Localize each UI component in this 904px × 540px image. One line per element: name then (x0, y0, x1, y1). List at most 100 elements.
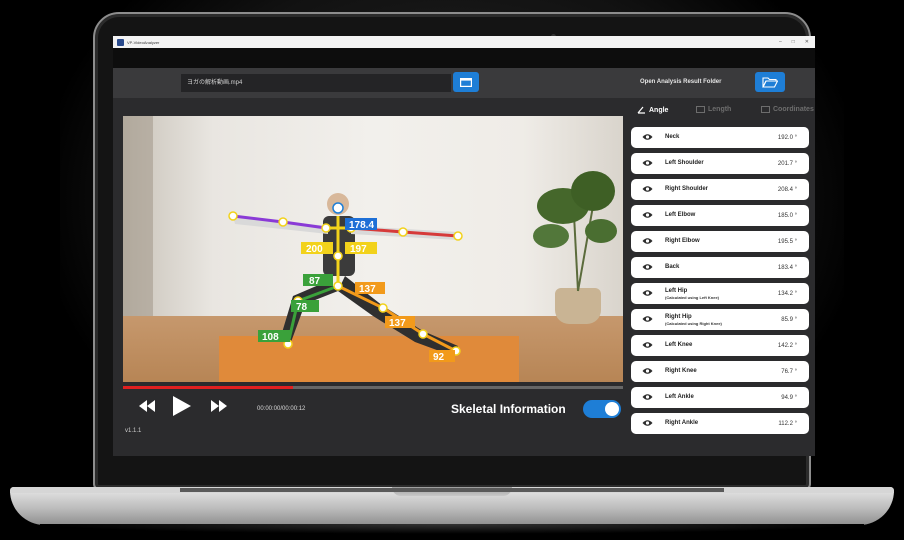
angle-row-label: Back (665, 264, 679, 271)
angle-row[interactable]: Right Elbow 195.5 ° (631, 231, 809, 252)
close-button[interactable]: ✕ (805, 39, 809, 45)
tab-length-label: Length (708, 106, 732, 113)
top-strip (113, 48, 815, 68)
angle-value: 85.9 ° (781, 316, 797, 323)
eye-icon[interactable] (642, 419, 653, 427)
rewind-button[interactable] (139, 400, 155, 416)
eye-icon[interactable] (642, 341, 653, 349)
angle-value: 183.4 ° (777, 264, 797, 271)
overlay-label-left-hip: 87 (309, 276, 321, 287)
angle-row[interactable]: Left Hip (Calculated using Left Knee) 134.… (631, 283, 809, 304)
angle-value: 142.2 ° (777, 342, 797, 349)
ruler-icon (696, 106, 705, 113)
angle-name: Right Knee (665, 368, 697, 374)
angle-row-label: Right Knee (665, 368, 697, 375)
eye-icon[interactable] (642, 211, 653, 219)
tab-coordinates-label: Coordinates (773, 106, 814, 113)
angle-value: 112.2 ° (778, 420, 797, 427)
angle-value: 94.9 ° (781, 394, 797, 401)
angle-row-label: Right Ankle (665, 420, 698, 427)
angle-value: 208.4 ° (777, 186, 797, 193)
video-file-field[interactable]: ヨガの解析動画.mp4 (181, 74, 451, 92)
toolbar: ヨガの解析動画.mp4 Open Analysis Result Folder (113, 68, 815, 98)
angle-row-label: Left Elbow (665, 212, 695, 219)
angle-row-label: Neck (665, 134, 679, 141)
angle-row-label: Left Hip (Calculated using Left Knee) (665, 288, 719, 300)
select-video-button[interactable] (453, 72, 479, 92)
angle-row[interactable]: Left Ankle 94.9 ° (631, 387, 809, 408)
skeletal-info-toggle[interactable] (583, 400, 621, 418)
angle-name: Left Ankle (665, 394, 694, 400)
overlay-label-right-knee: 92 (433, 352, 445, 363)
playback-time: 00:00:00/00:00:12 (257, 406, 306, 412)
angle-list: Neck 192.0 ° Left Shoulder 201.7 ° Right Sho… (631, 127, 809, 439)
angle-name: Right Shoulder (665, 186, 708, 192)
angle-row[interactable]: Left Knee 142.2 ° (631, 335, 809, 356)
rewind-icon (139, 400, 155, 412)
play-button[interactable] (173, 396, 191, 420)
tab-length[interactable]: Length (696, 106, 731, 113)
player-controls: 00:00:00/00:00:12 Skeletal Information (113, 392, 633, 432)
skeleton-overlay: 178.4 200 197 87 137 78 137 108 92 (228, 171, 617, 363)
angle-row[interactable]: Neck 192.0 ° (631, 127, 809, 148)
overlay-label-right-hip: 137 (389, 318, 406, 329)
video-preview[interactable]: 178.4 200 197 87 137 78 137 108 92 (123, 116, 623, 382)
overlay-label-neck: 178.4 (349, 220, 374, 231)
eye-icon[interactable] (642, 315, 653, 323)
angle-row[interactable]: Back 183.4 ° (631, 257, 809, 278)
keyboard-gap (180, 488, 724, 492)
angle-row[interactable]: Right Shoulder 208.4 ° (631, 179, 809, 200)
tab-angle[interactable]: Angle (637, 106, 668, 114)
video-window-icon (460, 77, 472, 87)
angle-name: Left Shoulder (665, 160, 704, 166)
open-result-folder-label: Open Analysis Result Folder (640, 79, 722, 85)
maximize-button[interactable]: □ (792, 39, 795, 45)
angle-value: 195.5 ° (777, 238, 797, 245)
angle-name: Right Ankle (665, 420, 699, 426)
eye-icon[interactable] (642, 393, 653, 401)
angle-name: Left Hip (665, 287, 688, 294)
overlay-label-left-shoulder: 200 (306, 244, 323, 255)
angle-value: 192.0 ° (777, 134, 797, 141)
angle-row[interactable]: Right Hip (Calculated using Right Knee) 85… (631, 309, 809, 330)
angle-row-label: Left Shoulder (665, 160, 704, 167)
base-shadow (40, 524, 864, 534)
angle-row-label: Right Hip (Calculated using Right Knee) (665, 314, 722, 326)
angle-value: 185.0 ° (777, 212, 797, 219)
angle-name: Neck (665, 134, 680, 140)
minimize-button[interactable]: – (779, 39, 782, 45)
title-bar: VP-VideoAnalyzer – □ ✕ (113, 36, 815, 48)
open-result-folder-button[interactable] (755, 72, 785, 92)
angle-row[interactable]: Left Elbow 185.0 ° (631, 205, 809, 226)
angle-value: 76.7 ° (781, 368, 797, 375)
eye-icon[interactable] (642, 185, 653, 193)
angle-row-label: Left Knee (665, 342, 692, 349)
angle-name: Left Elbow (665, 212, 696, 218)
app-icon (117, 38, 124, 46)
eye-icon[interactable] (642, 159, 653, 167)
overlay-label-left-knee: 78 (296, 302, 308, 313)
angle-icon (637, 106, 645, 114)
angle-value: 201.7 ° (777, 160, 797, 167)
fast-forward-button[interactable] (211, 400, 227, 416)
angle-row-label: Right Shoulder (665, 186, 708, 193)
eye-icon[interactable] (642, 133, 653, 141)
version-label: v1.1.1 (125, 428, 142, 434)
tab-coordinates[interactable]: Coordinates (761, 106, 814, 113)
angle-row-label: Left Ankle (665, 394, 694, 401)
eye-icon[interactable] (642, 367, 653, 375)
app-window: VP-VideoAnalyzer – □ ✕ ヨガの解析動画.mp4 Open … (113, 36, 815, 456)
skeletal-info-label: Skeletal Information (451, 402, 566, 416)
overlay-label-left-ankle: 108 (262, 332, 279, 343)
window-title: VP-VideoAnalyzer (127, 39, 160, 45)
seek-bar[interactable] (123, 386, 623, 389)
angle-row[interactable]: Right Knee 76.7 ° (631, 361, 809, 382)
coordinates-icon (761, 106, 770, 113)
angle-row[interactable]: Right Ankle 112.2 ° (631, 413, 809, 434)
eye-icon[interactable] (642, 263, 653, 271)
eye-icon[interactable] (642, 289, 653, 297)
angle-row[interactable]: Left Shoulder 201.7 ° (631, 153, 809, 174)
eye-icon[interactable] (642, 237, 653, 245)
seek-bar-fill (123, 386, 293, 389)
angle-row-label: Right Elbow (665, 238, 700, 245)
